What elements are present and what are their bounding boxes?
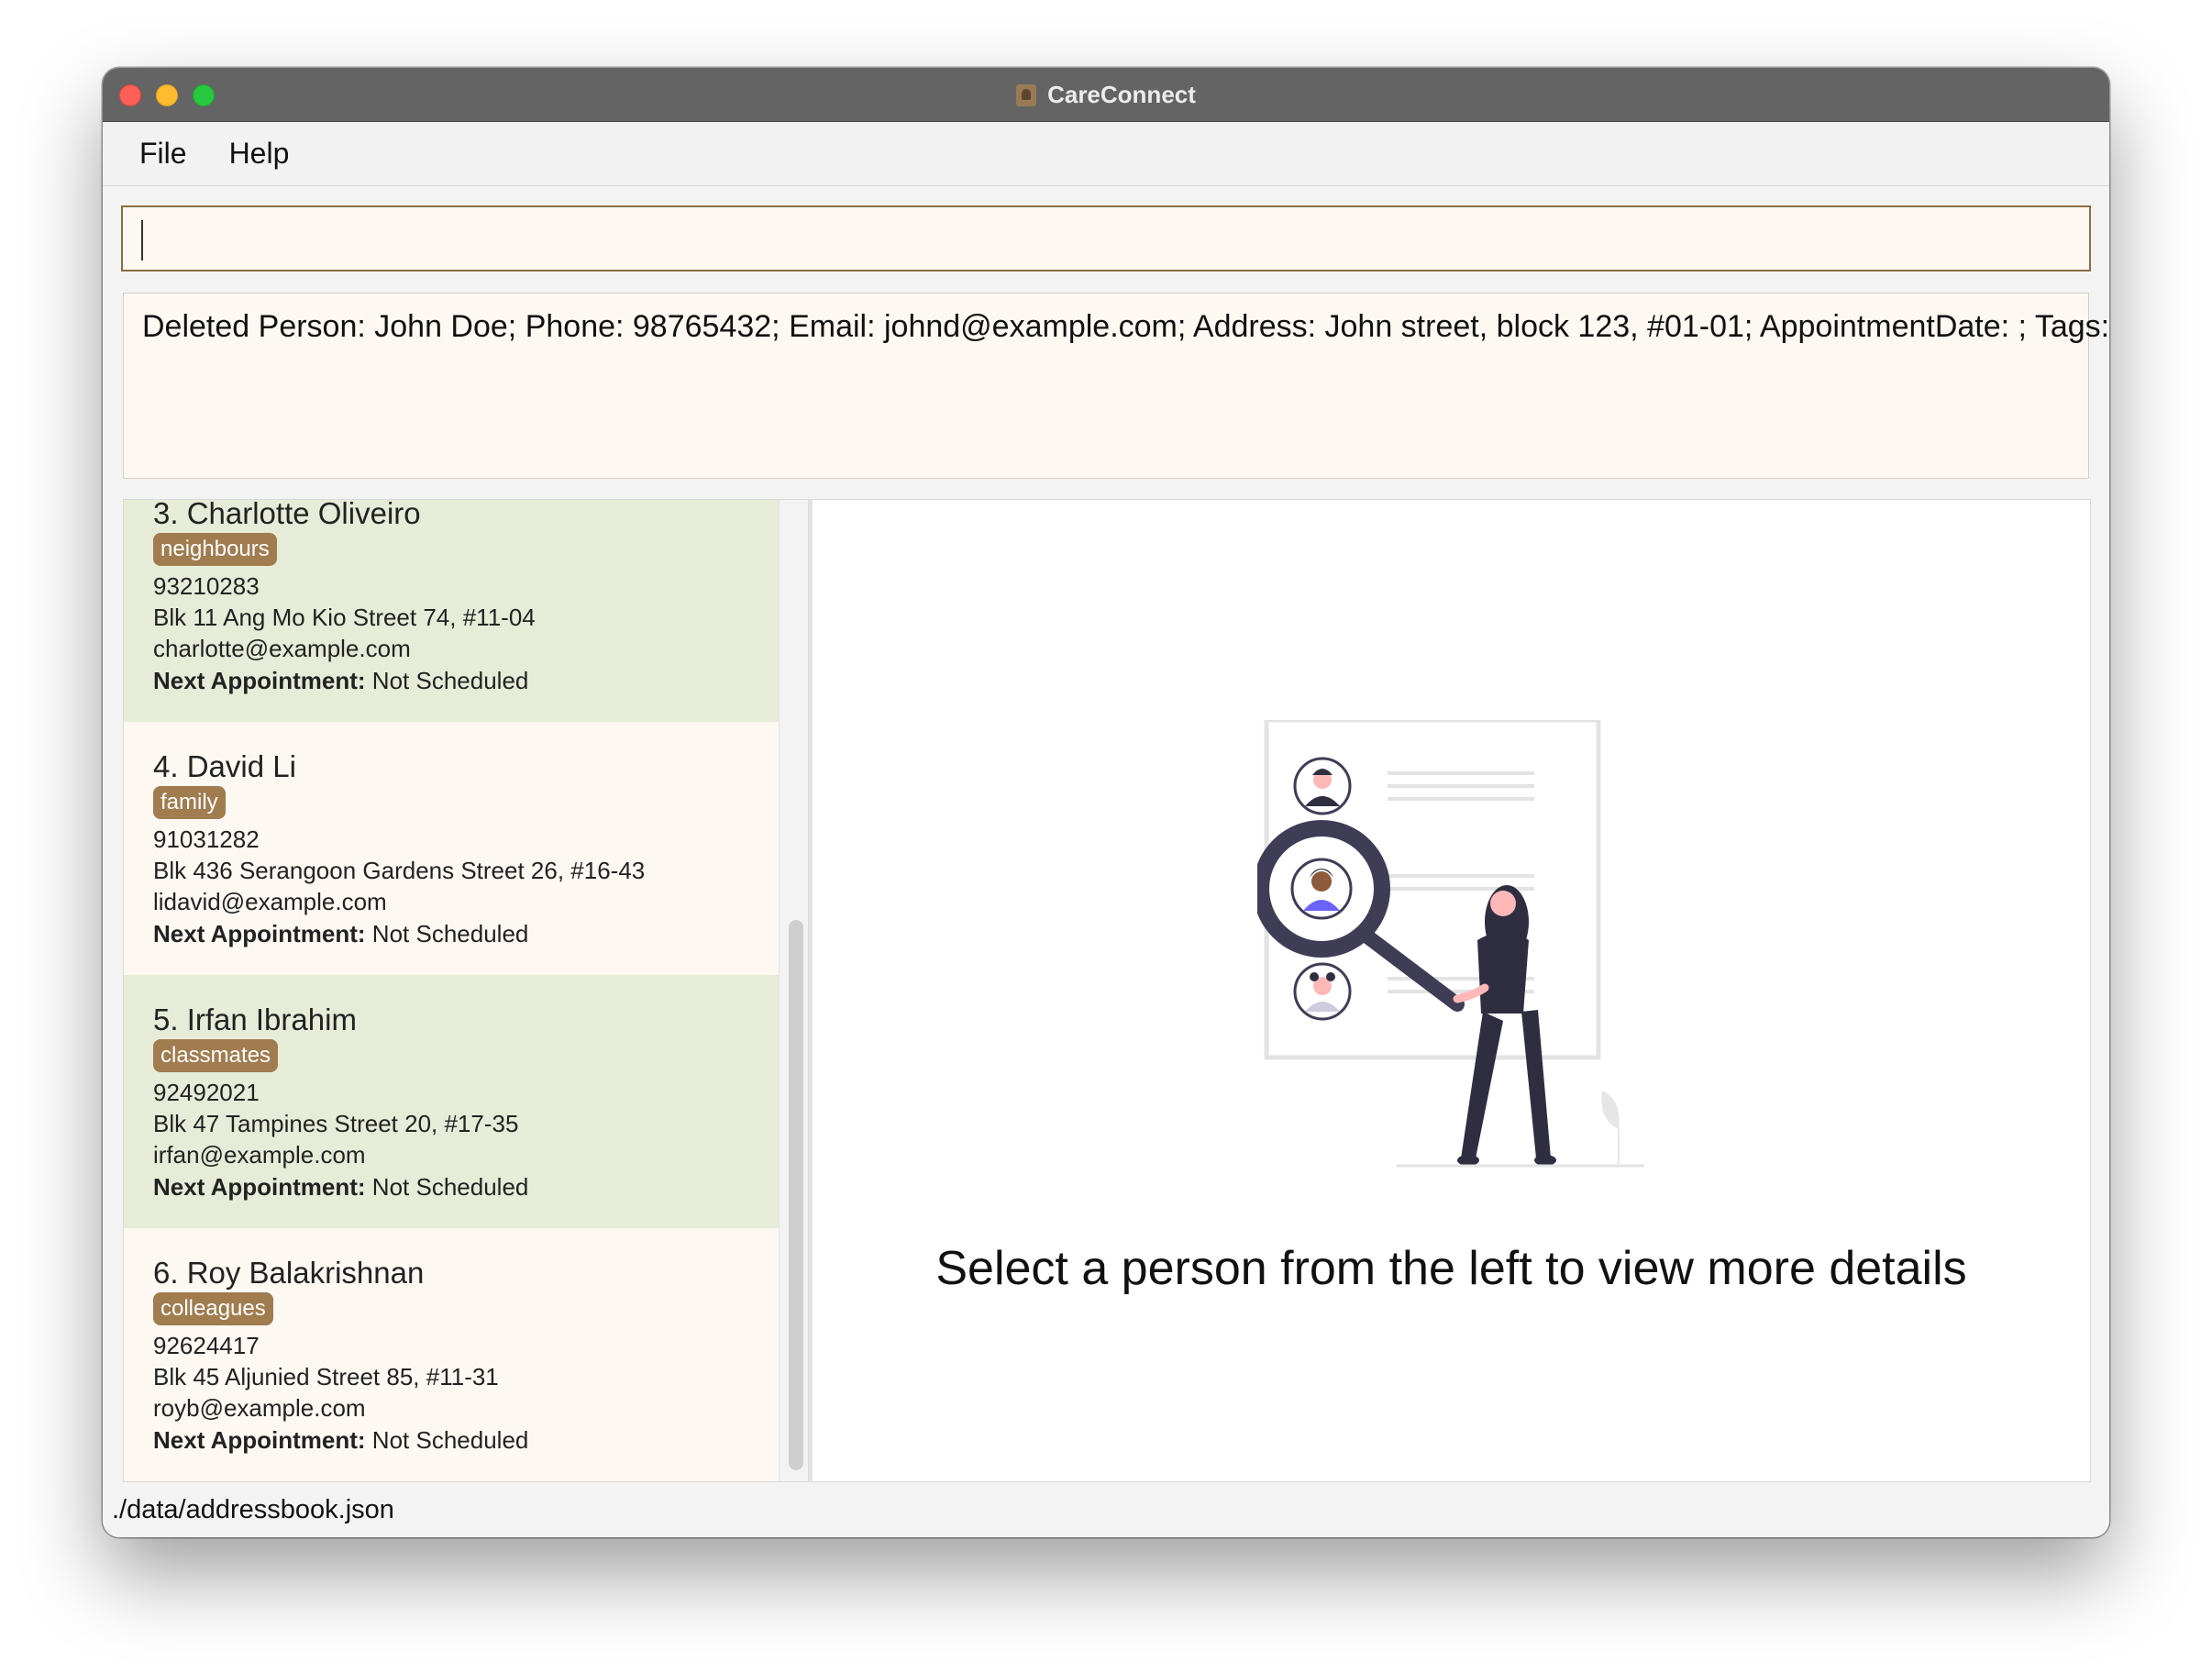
person-detail-panel: Select a person from the left to view mo… [809, 499, 2091, 1482]
appointment-value: Not Scheduled [365, 667, 529, 694]
person-phone: 93210283 [153, 572, 260, 600]
person-phone: 92624417 [153, 1332, 260, 1359]
appointment-value: Not Scheduled [365, 1173, 529, 1201]
person-address: Blk 47 Tampines Street 20, #17-35 [153, 1110, 519, 1137]
person-address: Blk 11 Ang Mo Kio Street 74, #11-04 [153, 604, 536, 631]
person-email: charlotte@example.com [153, 635, 411, 662]
app-window: CareConnect File Help Deleted Person: Jo… [103, 68, 2109, 1537]
person-email: irfan@example.com [153, 1141, 366, 1169]
command-input[interactable] [121, 205, 2091, 271]
appointment-label: Next Appointment: [153, 667, 366, 694]
person-tag: classmates [153, 1039, 279, 1072]
appointment-label: Next Appointment: [153, 920, 366, 947]
person-appointment: Next Appointment: Not Scheduled [153, 667, 528, 695]
person-card[interactable]: 3. Charlotte Oliveiro neighbours 9321028… [124, 500, 779, 722]
person-appointment: Next Appointment: Not Scheduled [153, 1426, 528, 1455]
person-name: 5. Irfan Ibrahim [153, 1003, 357, 1036]
person-phone: 92492021 [153, 1079, 260, 1106]
appointment-value: Not Scheduled [365, 1426, 529, 1454]
person-tag: colleagues [153, 1292, 273, 1325]
person-list: 3. Charlotte Oliveiro neighbours 9321028… [124, 500, 779, 1481]
menu-file[interactable]: File [139, 137, 187, 171]
app-icon [1016, 83, 1037, 106]
status-bar: ./data/addressbook.json [103, 1482, 2109, 1537]
person-appointment: Next Appointment: Not Scheduled [153, 920, 528, 948]
person-name: 4. David Li [153, 749, 296, 783]
person-email: royb@example.com [153, 1394, 366, 1422]
appointment-label: Next Appointment: [153, 1173, 366, 1201]
menu-help[interactable]: Help [229, 137, 290, 171]
person-card[interactable]: 5. Irfan Ibrahim classmates 92492021 Blk… [124, 975, 779, 1228]
result-message: Deleted Person: John Doe; Phone: 9876543… [142, 309, 2109, 344]
person-card[interactable]: 4. David Li family 91031282 Blk 436 Sera… [124, 722, 779, 975]
menu-bar: File Help [103, 122, 2109, 186]
text-caret [141, 220, 143, 260]
person-card[interactable]: 6. Roy Balakrishnan colleagues 92624417 … [124, 1228, 779, 1481]
list-scrollbar-thumb[interactable] [789, 920, 803, 1470]
person-address: Blk 436 Serangoon Gardens Street 26, #16… [153, 857, 646, 884]
person-appointment: Next Appointment: Not Scheduled [153, 1173, 528, 1202]
search-people-illustration [1257, 720, 1644, 1168]
title-bar: CareConnect [103, 68, 2109, 122]
person-list-panel: 3. Charlotte Oliveiro neighbours 9321028… [123, 499, 809, 1482]
save-location-path: ./data/addressbook.json [112, 1494, 394, 1524]
list-scrollbar[interactable] [779, 500, 808, 1481]
person-phone: 91031282 [153, 825, 260, 853]
result-display: Deleted Person: John Doe; Phone: 9876543… [123, 293, 2109, 479]
detail-placeholder-text: Select a person from the left to view mo… [935, 1242, 1967, 1295]
person-name: 3. Charlotte Oliveiro [153, 499, 421, 530]
person-tag: family [153, 786, 226, 819]
person-email: lidavid@example.com [153, 888, 387, 915]
window-title: CareConnect [1047, 81, 1196, 108]
person-tag: neighbours [153, 533, 277, 566]
person-address: Blk 45 Aljunied Street 85, #11-31 [153, 1363, 499, 1390]
person-name: 6. Roy Balakrishnan [153, 1256, 425, 1290]
appointment-label: Next Appointment: [153, 1426, 366, 1454]
appointment-value: Not Scheduled [365, 920, 529, 947]
